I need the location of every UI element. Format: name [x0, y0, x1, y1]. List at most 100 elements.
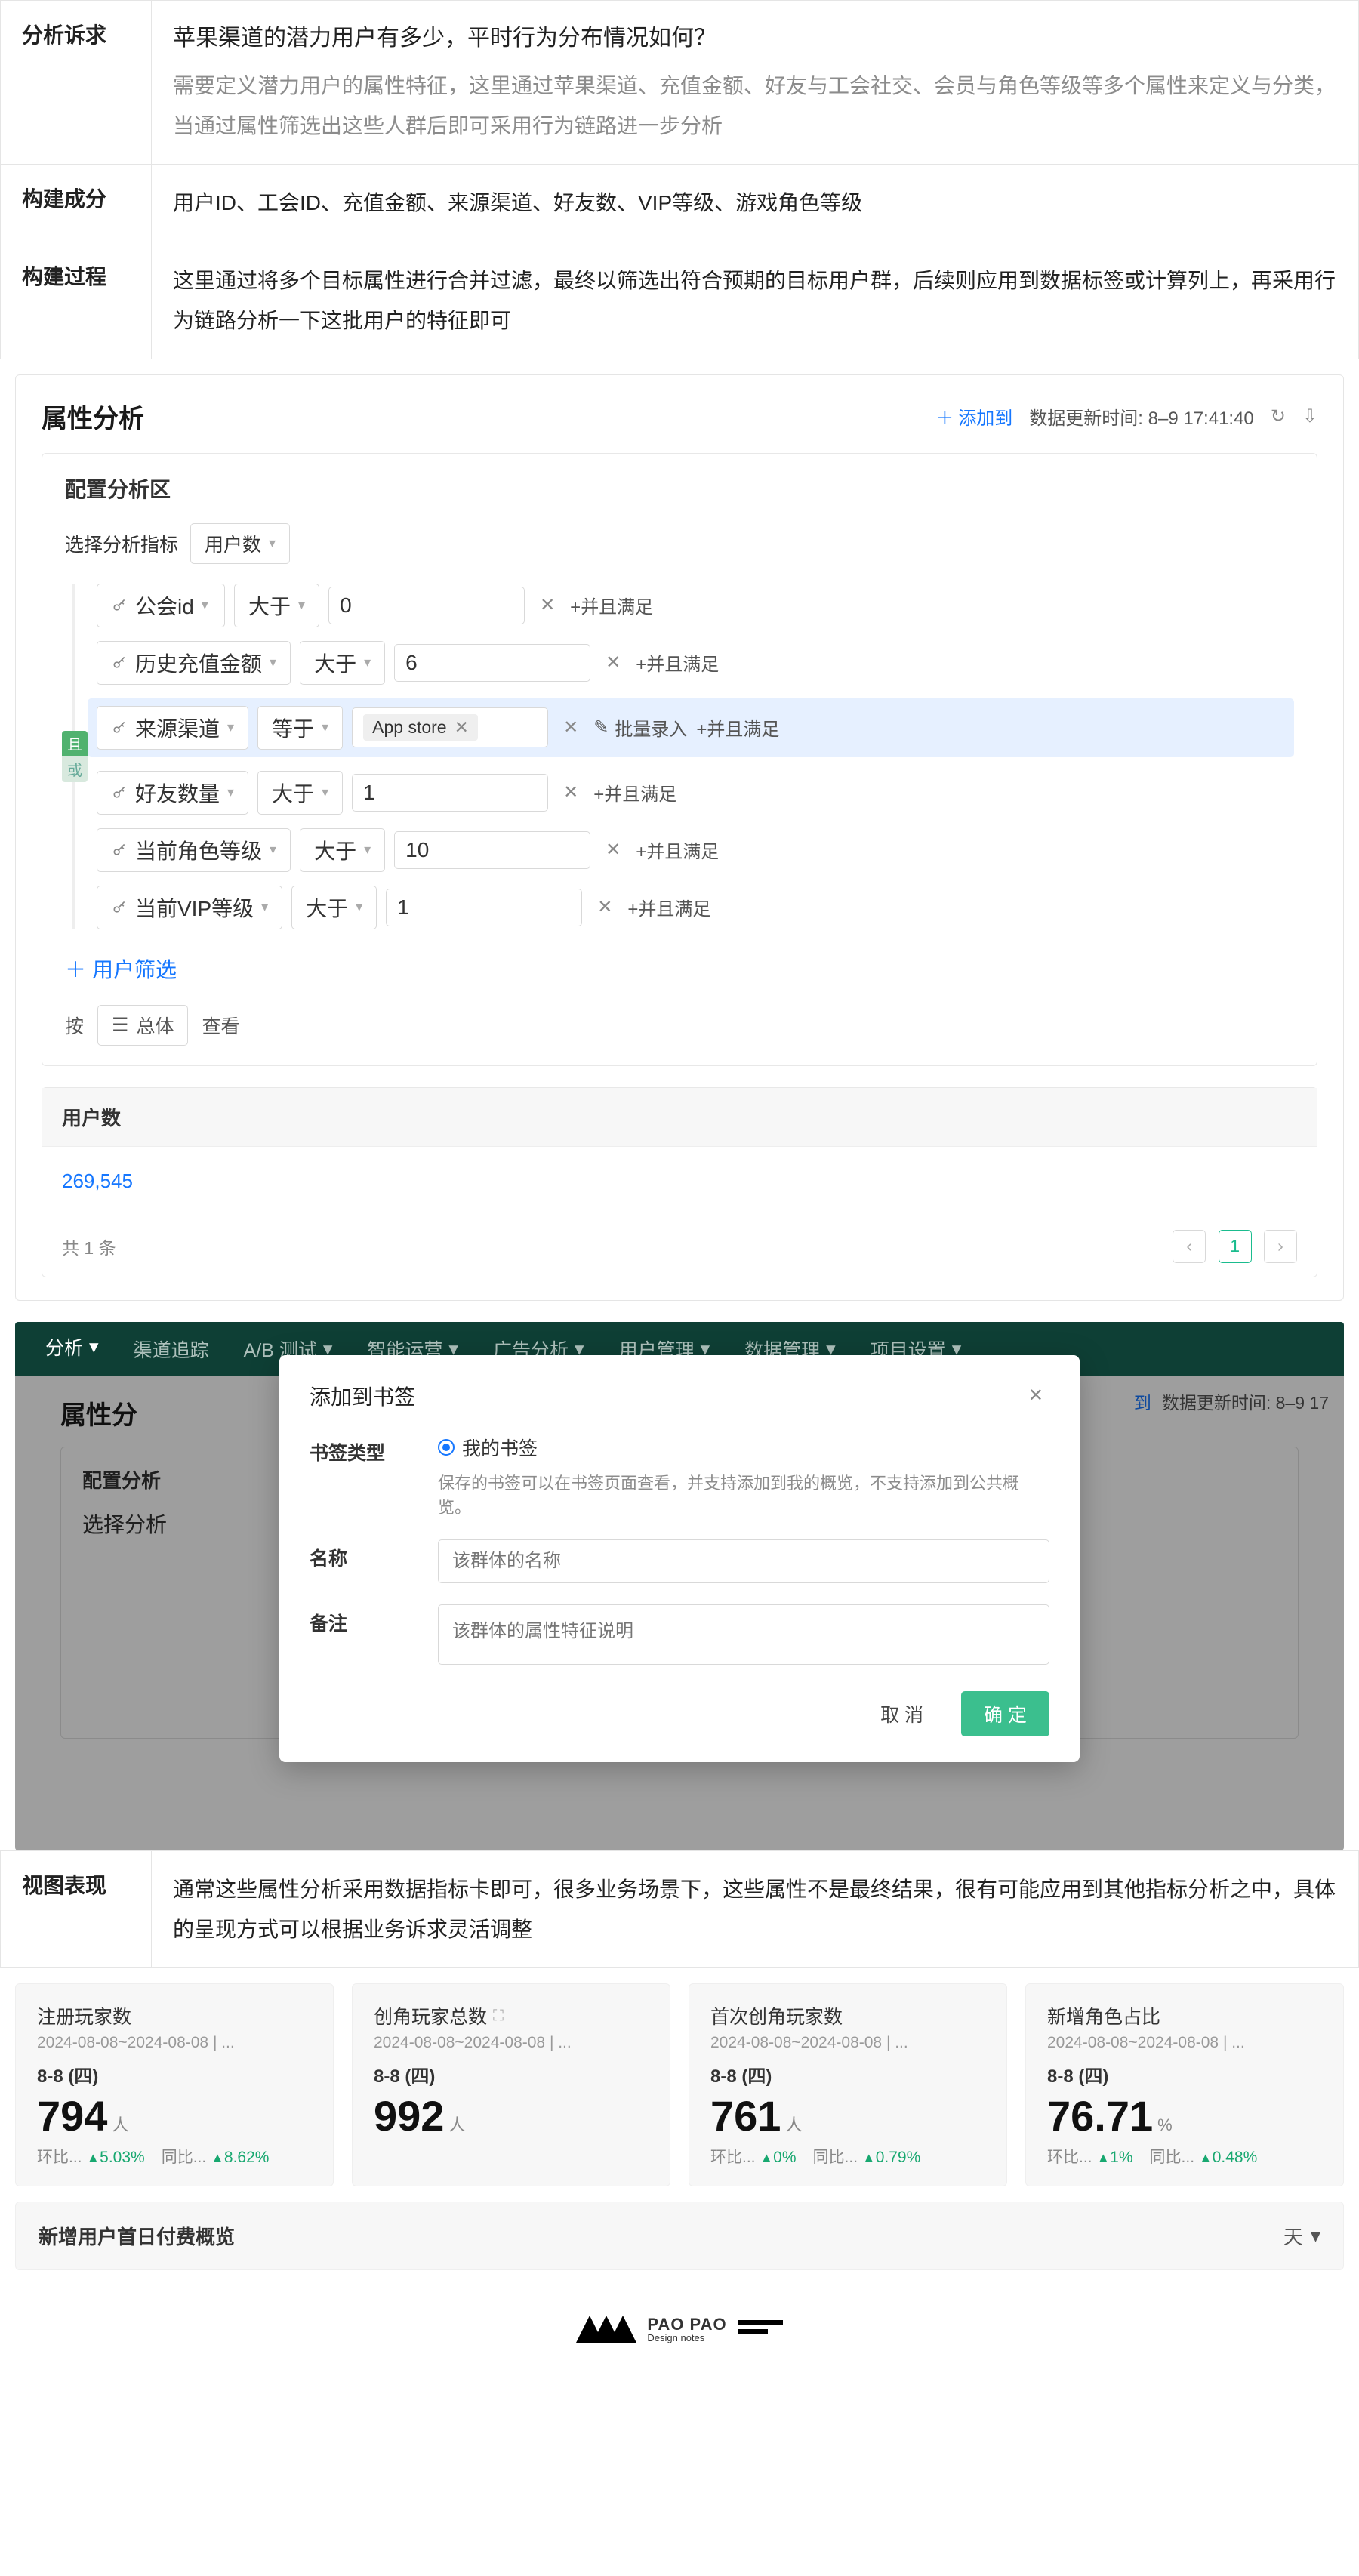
value-chip[interactable]: App store✕ — [363, 714, 478, 741]
filter-property-select[interactable]: 来源渠道▾ — [97, 706, 248, 750]
filter-property-select[interactable]: 历史充值金额▾ — [97, 641, 291, 685]
bookmark-remark-input[interactable] — [438, 1604, 1049, 1665]
filter-value-input[interactable]: 0 — [328, 587, 525, 624]
filter-property-select[interactable]: 当前VIP等级▾ — [97, 886, 282, 929]
kpi-value: 761人 — [710, 2095, 985, 2137]
add-and-condition[interactable]: +并且满足 — [636, 649, 719, 676]
remove-filter-icon[interactable]: ✕ — [534, 594, 561, 616]
bookmark-type-radio[interactable]: 我的书签 — [438, 1434, 538, 1461]
analysis-desc: 需要定义潜力用户的属性特征，这里通过苹果渠道、充值金额、好友与工会社交、会员与角… — [173, 66, 1337, 146]
add-and-condition[interactable]: +并且满足 — [627, 894, 710, 920]
config-box: 配置分析区 选择分析指标 用户数▾ 且 或 公会id▾ 大于▾ 0 ✕ +并且满… — [42, 453, 1317, 1066]
time-granularity-select[interactable]: 天 ▾ — [1284, 2222, 1320, 2250]
chip-remove-icon[interactable]: ✕ — [455, 717, 469, 738]
pager-current[interactable]: 1 — [1219, 1230, 1252, 1263]
metric-select[interactable]: 用户数▾ — [190, 523, 290, 564]
list-icon: ☰ — [112, 1014, 128, 1037]
analysis-question: 苹果渠道的潜力用户有多少，平时行为分布情况如何？ — [173, 19, 1337, 52]
filter-operator-select[interactable]: 大于▾ — [300, 641, 385, 685]
kpi-value: 76.71% — [1047, 2095, 1322, 2137]
property-icon — [111, 597, 128, 614]
close-icon[interactable]: ✕ — [1022, 1385, 1049, 1407]
pager-next[interactable]: › — [1264, 1230, 1297, 1263]
and-or-toggle[interactable]: 且 或 — [62, 731, 88, 782]
chevron-down-icon: ▾ — [227, 719, 234, 735]
meta-label-process: 构建过程 — [1, 242, 152, 359]
panel-title: 属性分析 — [42, 398, 144, 435]
result-value[interactable]: 269,545 — [42, 1147, 1317, 1216]
filter-row: 好友数量▾ 大于▾ 1 ✕ +并且满足 — [97, 771, 1294, 815]
remove-filter-icon[interactable]: ✕ — [557, 781, 584, 803]
new-user-first-pay-card: 新增用户首日付费概览 天 ▾ — [15, 2202, 1344, 2270]
add-user-filter[interactable]: ＋ 用户筛选 — [65, 954, 177, 984]
download-icon[interactable]: ⇩ — [1302, 405, 1317, 427]
filter-value-input[interactable]: 1 — [386, 889, 582, 926]
kpi-mom: 环比... ▲5.03% — [37, 2145, 145, 2168]
chevron-down-icon: ▾ — [270, 842, 276, 858]
process-body: 这里通过将多个目标属性进行合并过滤，最终以筛选出符合预期的目标用户群，后续则应用… — [152, 242, 1359, 359]
filter-value-input[interactable]: 1 — [352, 774, 548, 812]
kpi-card[interactable]: 首次创角玩家数 2024-08-08~2024-08-08 | ... 8-8 … — [689, 1983, 1007, 2186]
add-to-link[interactable]: ＋ 添加到 — [935, 403, 1012, 430]
view-expression-row: 视图表现 通常这些属性分析采用数据指标卡即可，很多业务场景下，这些属性不是最终结… — [0, 1850, 1359, 1968]
by-select[interactable]: ☰ 总体 — [97, 1005, 188, 1046]
bookmark-screenshot: 分析 ▾ 渠道追踪 A/B 测试 ▾ 智能运营 ▾ 广告分析 ▾ 用户管理 ▾ … — [15, 1322, 1344, 1850]
kpi-value: 794人 — [37, 2095, 312, 2137]
remove-filter-icon[interactable]: ✕ — [599, 652, 627, 673]
filter-operator-select[interactable]: 大于▾ — [257, 771, 343, 815]
bookmark-name-input[interactable] — [438, 1539, 1049, 1583]
kpi-card[interactable]: 创角玩家总数 ⛶ 2024-08-08~2024-08-08 | ... 8-8… — [352, 1983, 670, 2186]
filter-operator-select[interactable]: 大于▾ — [234, 584, 319, 627]
remove-filter-icon[interactable]: ✕ — [599, 839, 627, 861]
remove-filter-icon[interactable]: ✕ — [557, 716, 584, 738]
kpi-date: 2024-08-08~2024-08-08 | ... — [1047, 2034, 1322, 2052]
filter-operator-select[interactable]: 大于▾ — [300, 828, 385, 872]
chevron-down-icon: ▾ — [261, 899, 268, 915]
filter-value-input[interactable]: 6 — [394, 644, 590, 682]
chevron-down-icon: ▾ — [356, 899, 362, 915]
cancel-button[interactable]: 取 消 — [858, 1691, 946, 1736]
filter-value-input[interactable]: 10 — [394, 831, 590, 869]
chevron-down-icon: ▾ — [364, 655, 371, 670]
refresh-icon[interactable]: ↻ — [1271, 405, 1286, 427]
add-and-condition[interactable]: +并且满足 — [636, 837, 719, 863]
filter-operator-select[interactable]: 等于▾ — [257, 706, 343, 750]
chevron-down-icon: ▾ — [269, 535, 276, 551]
wide-card-title: 新增用户首日付费概览 — [39, 2222, 235, 2250]
filter-value-input[interactable]: App store✕ — [352, 707, 548, 747]
confirm-button[interactable]: 确 定 — [961, 1691, 1049, 1736]
filter-property-select[interactable]: 公会id▾ — [97, 584, 225, 627]
filter-property-select[interactable]: 好友数量▾ — [97, 771, 248, 815]
filter-row: 当前VIP等级▾ 大于▾ 1 ✕ +并且满足 — [97, 886, 1294, 929]
kpi-card[interactable]: 注册玩家数 2024-08-08~2024-08-08 | ... 8-8 (四… — [15, 1983, 334, 2186]
nav-channel[interactable]: 渠道追踪 — [134, 1336, 209, 1363]
bookmark-remark-label: 备注 — [310, 1604, 415, 1670]
property-icon — [111, 899, 128, 916]
kpi-date: 2024-08-08~2024-08-08 | ... — [374, 2034, 649, 2052]
view-label: 查看 — [202, 1012, 239, 1039]
chevron-down-icon: ▾ — [322, 719, 328, 735]
filter-operator-select[interactable]: 大于▾ — [291, 886, 377, 929]
expand-icon: ⛶ — [493, 2007, 504, 2025]
kpi-title: 注册玩家数 — [37, 2002, 312, 2029]
nav-analysis[interactable]: 分析 ▾ — [45, 1333, 99, 1365]
remove-filter-icon[interactable]: ✕ — [591, 896, 618, 918]
bookmark-name-label: 名称 — [310, 1539, 415, 1583]
meta-label-analysis: 分析诉求 — [1, 1, 152, 165]
meta-table: 分析诉求 苹果渠道的潜力用户有多少，平时行为分布情况如何？ 需要定义潜力用户的属… — [0, 0, 1359, 359]
pager-prev[interactable]: ‹ — [1173, 1230, 1206, 1263]
kpi-subdate: 8-8 (四) — [1047, 2061, 1322, 2088]
property-icon — [111, 784, 128, 801]
bookmark-type-label: 书签类型 — [310, 1434, 415, 1518]
bulk-input[interactable]: ✎批量录入 — [593, 714, 687, 741]
kpi-yoy: 同比... ▲0.79% — [813, 2145, 921, 2168]
filter-property-select[interactable]: 当前角色等级▾ — [97, 828, 291, 872]
add-and-condition[interactable]: +并且满足 — [593, 779, 676, 806]
metric-label: 选择分析指标 — [65, 530, 178, 557]
kpi-mom: 环比... ▲1% — [1047, 2145, 1133, 2168]
chevron-down-icon: ▾ — [202, 597, 208, 613]
kpi-card[interactable]: 新增角色占比 2024-08-08~2024-08-08 | ... 8-8 (… — [1025, 1983, 1344, 2186]
add-and-condition[interactable]: +并且满足 — [570, 592, 653, 618]
add-and-condition[interactable]: +并且满足 — [696, 714, 779, 741]
result-header: 用户数 — [42, 1088, 1317, 1147]
